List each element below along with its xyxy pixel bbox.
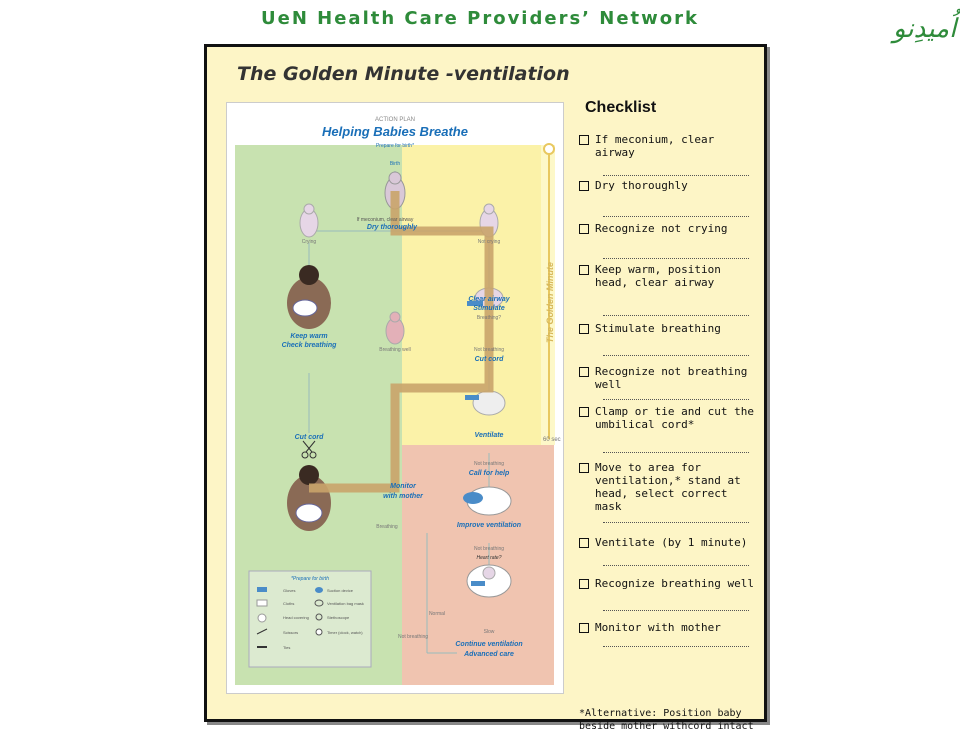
- checklist-title: Checklist: [585, 99, 657, 116]
- slide-frame: The Golden Minute -ventilation ACTION PL…: [204, 44, 767, 732]
- clear-airway-label: Clear airway: [468, 296, 510, 303]
- checklist-divider: [603, 175, 749, 176]
- not-breathing-3-label: Not breathing: [474, 546, 504, 552]
- supply-item: Stethoscope: [327, 615, 350, 620]
- red-zone: [402, 445, 554, 685]
- not-breathing-2-label: Not breathing: [474, 461, 504, 467]
- meconium-label: If meconium, clear airway: [357, 217, 414, 223]
- checklist-divider: [603, 355, 749, 356]
- checklist-divider: [603, 565, 749, 566]
- prepare-label: Prepare for birth*: [376, 143, 414, 149]
- stimulate-label: Stimulate: [473, 305, 505, 312]
- cloths-icon: [256, 599, 268, 607]
- cut-cord-label: Cut cord: [295, 434, 325, 441]
- checklist-panel: Checklist If meconium, clear airway Dry …: [577, 99, 757, 732]
- checklist-divider: [603, 452, 749, 453]
- sixty-sec-label: 60 sec: [543, 437, 561, 443]
- suction-device-icon: [315, 587, 323, 593]
- crying-label: Crying: [302, 239, 317, 245]
- slide-title: The Golden Minute -ventilation: [237, 63, 570, 85]
- supply-item: Ties: [283, 645, 290, 650]
- checklist-divider: [603, 315, 749, 316]
- continue-ventilation-label: Continue ventilation: [455, 641, 522, 648]
- not-breathing-label: Not breathing: [474, 347, 504, 353]
- checklist-divider: [603, 399, 749, 400]
- birth-label: Birth: [390, 161, 401, 167]
- checkbox[interactable]: [579, 265, 589, 275]
- ventilate-label: Ventilate: [475, 432, 504, 439]
- supply-item: Scissors: [283, 630, 298, 635]
- advanced-care-label: Advanced care: [463, 651, 514, 658]
- breathing-well-label: Breathing well: [379, 347, 410, 353]
- slow-label: Slow: [484, 629, 495, 635]
- head-covering-icon: [257, 613, 267, 623]
- not-crying-label: Not crying: [478, 239, 501, 245]
- action-plan-diagram: ACTION PLAN Helping Babies Breathe Prepa…: [235, 117, 561, 685]
- checklist-divider: [603, 646, 749, 647]
- poster-small-title: ACTION PLAN: [375, 117, 415, 123]
- call-help-label: Call for help: [469, 470, 510, 477]
- supplies-box: [248, 570, 372, 668]
- heart-rate-label: Heart rate?: [476, 555, 501, 561]
- supply-item: Timer (clock, watch): [327, 630, 363, 635]
- supplies-title: *Prepare for birth: [291, 576, 329, 582]
- checkbox[interactable]: [579, 407, 589, 417]
- checkbox[interactable]: [579, 224, 589, 234]
- checklist-footnote: *Alternative: Position baby beside mothe…: [579, 708, 754, 732]
- supply-item: Head covering: [283, 615, 309, 620]
- breathing-label: Breathing: [376, 524, 398, 530]
- dry-label: Dry thoroughly: [367, 224, 418, 231]
- normal-label: Normal: [429, 611, 445, 617]
- checklist-divider: [603, 610, 749, 611]
- advanced-care-icon: [466, 564, 512, 598]
- with-mother-label: with mother: [383, 493, 424, 500]
- checkbox[interactable]: [579, 463, 589, 473]
- checkbox[interactable]: [579, 367, 589, 377]
- checklist-divider: [603, 258, 749, 259]
- checkbox[interactable]: [579, 538, 589, 548]
- monitor-label: Monitor: [390, 483, 417, 490]
- breathing-question-label: Breathing?: [477, 315, 501, 321]
- checkbox[interactable]: [579, 579, 589, 589]
- supply-item: Gloves: [283, 588, 295, 593]
- not-breathing-4-label: Not breathing: [398, 634, 428, 640]
- golden-minute-label: The Golden Minute: [545, 262, 555, 343]
- checkbox[interactable]: [579, 324, 589, 334]
- action-plan-poster: ACTION PLAN Helping Babies Breathe Prepa…: [226, 102, 564, 694]
- cut-cord-right-label: Cut cord: [475, 356, 505, 363]
- checkbox[interactable]: [579, 623, 589, 633]
- improve-ventilation-label: Improve ventilation: [457, 522, 521, 529]
- keep-warm-label: Keep warm: [290, 333, 327, 340]
- supply-item: Cloths: [283, 601, 294, 606]
- poster-title: Helping Babies Breathe: [322, 124, 468, 139]
- supply-item: Suction device: [327, 588, 354, 593]
- check-breathing-label: Check breathing: [282, 342, 338, 349]
- network-title: UeN Health Care Providers’ Network: [261, 8, 699, 29]
- checkbox[interactable]: [579, 181, 589, 191]
- checklist-divider: [603, 522, 749, 523]
- checklist-divider: [603, 216, 749, 217]
- timer-icon: [315, 628, 323, 636]
- golden-minute-clock-icon: [543, 143, 555, 155]
- gloves-icon: [257, 587, 267, 592]
- supply-item: Ventilation bag mask: [327, 601, 364, 606]
- organization-logo: اُمیدِنو: [893, 14, 957, 44]
- checkbox[interactable]: [579, 135, 589, 145]
